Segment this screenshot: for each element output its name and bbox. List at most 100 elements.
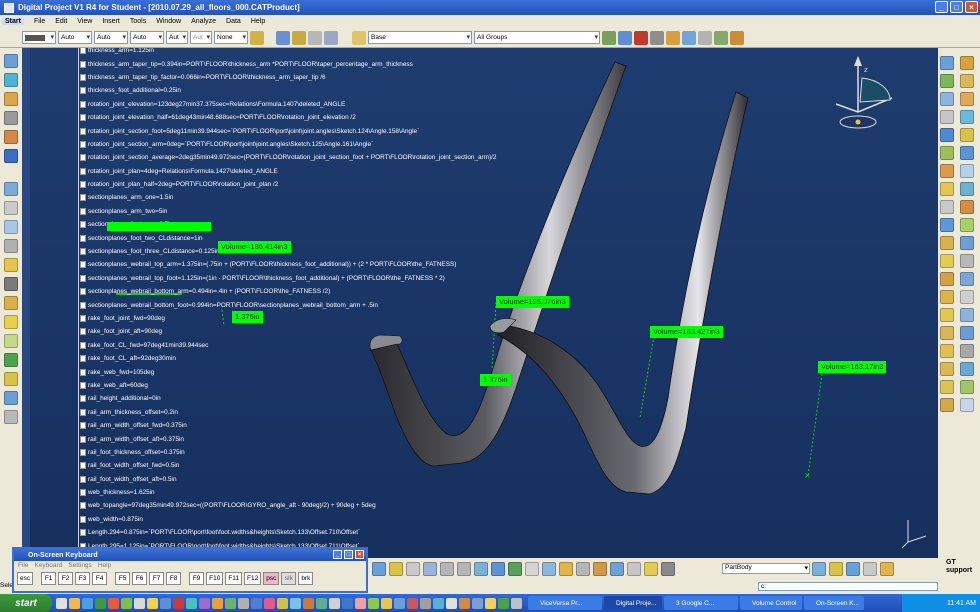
start-button[interactable]: start <box>0 594 52 612</box>
trim-icon[interactable] <box>960 254 974 268</box>
quicklaunch-icon[interactable] <box>95 597 106 609</box>
quicklaunch-icon[interactable] <box>394 597 405 609</box>
thickness-icon[interactable] <box>4 277 18 291</box>
helix-icon[interactable] <box>960 128 974 142</box>
tree-parameter-row[interactable]: sectionplanes_webrail_bottom_foot=0.994i… <box>72 298 502 311</box>
menu-start[interactable]: Start <box>2 18 24 25</box>
measure-length-label[interactable]: 1.376in <box>232 311 263 323</box>
task-volume-control[interactable]: Volume Control <box>740 596 802 610</box>
quicklaunch-icon[interactable] <box>342 597 353 609</box>
tree-parameter-row[interactable]: rail_foot_width_offset_fwd=0.5in <box>72 459 502 472</box>
key-psc[interactable]: psc <box>263 572 280 585</box>
tree-parameter-row[interactable]: thickness_foot_additional=0.25in <box>72 84 502 97</box>
formula-icon[interactable] <box>682 30 696 45</box>
key-slk[interactable]: slk <box>281 572 297 585</box>
shell-icon[interactable] <box>4 315 18 329</box>
tree-parameter-row[interactable]: rake_foot_joint_fwd=90deg <box>72 312 502 325</box>
tree-parameter-row[interactable]: rail_arm_width_offset_fwd=0.375in <box>72 419 502 432</box>
pad-icon[interactable] <box>4 73 18 87</box>
transparency-select[interactable]: Auto <box>58 31 92 44</box>
healing-icon[interactable] <box>940 236 954 250</box>
boundary-icon[interactable] <box>940 272 954 286</box>
linetype-select[interactable]: Auto <box>130 31 164 44</box>
transform-icon[interactable] <box>4 182 18 196</box>
measure-volume-label[interactable]: Volume=195.076in3 <box>496 296 569 308</box>
compass-icon[interactable]: z <box>830 54 910 136</box>
quicklaunch-icon[interactable] <box>290 597 301 609</box>
tree-parameter-row[interactable]: sectionplanes_arm_one=1.5in <box>72 191 502 204</box>
mirror-icon[interactable] <box>4 201 18 215</box>
join-icon[interactable] <box>960 218 974 232</box>
thick-surface-icon[interactable] <box>4 353 18 367</box>
hide-show-icon[interactable] <box>525 562 539 576</box>
key-esc[interactable]: esc <box>17 572 34 585</box>
layer-select[interactable]: Base <box>368 31 472 44</box>
law-icon[interactable] <box>960 326 974 340</box>
quicklaunch-icon[interactable] <box>173 597 184 609</box>
rotate-icon[interactable] <box>940 308 954 322</box>
menu-insert[interactable]: Insert <box>102 18 120 25</box>
copy-icon[interactable] <box>324 30 338 45</box>
osk-menu-file[interactable]: File <box>18 562 28 569</box>
osk-minimize-button[interactable]: _ <box>333 550 342 559</box>
key-f7[interactable]: F7 <box>149 572 165 585</box>
quicklaunch-icon[interactable] <box>420 597 431 609</box>
paste-icon[interactable] <box>644 562 658 576</box>
task-on-screen-keyboard[interactable]: On-Screen K... <box>804 596 864 610</box>
boolean-icon[interactable] <box>4 258 18 272</box>
symmetry-icon[interactable] <box>960 308 974 322</box>
filter-icon[interactable] <box>602 30 616 45</box>
quicklaunch-icon[interactable] <box>511 597 522 609</box>
sew-icon[interactable] <box>4 391 18 405</box>
key-f8[interactable]: F8 <box>166 572 182 585</box>
measure-item-icon[interactable] <box>576 562 590 576</box>
osk-maximize-button[interactable]: □ <box>344 550 353 559</box>
pocket-icon[interactable] <box>4 92 18 106</box>
task-digital-project[interactable]: Digital Proje... <box>604 596 662 610</box>
zoom-in-icon[interactable] <box>440 562 454 576</box>
quicklaunch-icon[interactable] <box>303 597 314 609</box>
quicklaunch-icon[interactable] <box>277 597 288 609</box>
tree-parameter-row[interactable]: rail_foot_width_offset_aft=0.5in <box>72 473 502 486</box>
osk-close-button[interactable]: × <box>355 550 364 559</box>
tree-parameter-row[interactable]: rake_web_aft=60deg <box>72 379 502 392</box>
fit-all-icon[interactable] <box>389 562 403 576</box>
circle-icon[interactable] <box>960 110 974 124</box>
tree-parameter-row[interactable]: rotation_joint_plan_half=2deg=PORT\FLOOR… <box>72 178 502 191</box>
key-f12[interactable]: F12 <box>244 572 262 585</box>
userfeature-icon[interactable] <box>940 380 954 394</box>
tree-parameter-row[interactable]: web_topangle=97deg35min49.972sec=((PORT\… <box>72 499 502 512</box>
offset-icon[interactable] <box>940 182 954 196</box>
menu-help[interactable]: Help <box>251 18 265 25</box>
tree-parameter-row[interactable]: rail_foot_thickness_offset=0.375in <box>72 446 502 459</box>
quicklaunch-icon[interactable] <box>147 597 158 609</box>
analysis-icon[interactable] <box>650 30 664 45</box>
menu-edit[interactable]: Edit <box>55 18 67 25</box>
update-icon[interactable] <box>610 562 624 576</box>
maximize-button[interactable]: □ <box>950 1 963 13</box>
measure-inertia-icon[interactable] <box>593 562 607 576</box>
tree-parameter-row[interactable]: rail_height_additional=0in <box>72 392 502 405</box>
fillet-icon[interactable] <box>4 130 18 144</box>
untrim-icon[interactable] <box>960 236 974 250</box>
tree-parameter-row[interactable]: rotation_joint_section_average=2deg35min… <box>72 151 502 164</box>
osk-menu-settings[interactable]: Settings <box>68 562 92 569</box>
workbench-icon[interactable] <box>940 56 954 70</box>
quicklaunch-icon[interactable] <box>368 597 379 609</box>
quicklaunch-icon[interactable] <box>329 597 340 609</box>
key-f1[interactable]: F1 <box>41 572 57 585</box>
task-viceversa[interactable]: ViceVersa Pr... <box>528 596 602 610</box>
tree-parameter-row[interactable]: Length.294=0.875in=`PORT\FLOOR\port\foot… <box>72 526 502 539</box>
3d-viewport[interactable]: × thickness_arm=1.125in thickness_arm_tap… <box>22 48 938 558</box>
plane-icon[interactable] <box>940 92 954 106</box>
command-input[interactable]: c: <box>758 582 938 591</box>
menu-window[interactable]: Window <box>156 18 181 25</box>
quicklaunch-icon[interactable] <box>121 597 132 609</box>
pan-icon[interactable] <box>406 562 420 576</box>
quicklaunch-icon[interactable] <box>407 597 418 609</box>
measure-icon[interactable] <box>634 30 648 45</box>
task-google-chrome[interactable]: 3 Google C... <box>664 596 738 610</box>
sphere-icon[interactable] <box>940 164 954 178</box>
quicklaunch-icon[interactable] <box>355 597 366 609</box>
sketcher-icon[interactable] <box>960 56 974 70</box>
